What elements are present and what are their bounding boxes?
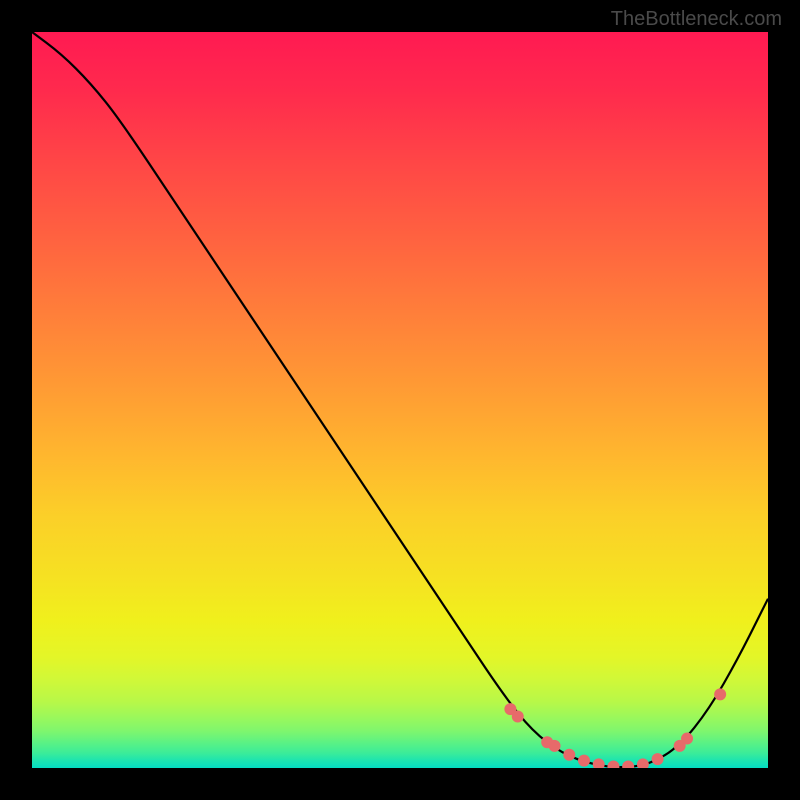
marker-dot	[622, 761, 634, 768]
marker-dot	[578, 755, 590, 767]
curve-line	[32, 32, 768, 767]
chart-svg	[32, 32, 768, 768]
marker-dot	[549, 740, 561, 752]
marker-dot	[681, 733, 693, 745]
marker-dot	[563, 749, 575, 761]
marker-dot	[607, 761, 619, 768]
marker-dot	[512, 710, 524, 722]
marker-dot	[637, 758, 649, 768]
marker-dot	[652, 753, 664, 765]
watermark-text: TheBottleneck.com	[611, 8, 782, 31]
chart-plot-area	[32, 32, 768, 768]
marker-dot	[714, 688, 726, 700]
marker-dot	[593, 758, 605, 768]
